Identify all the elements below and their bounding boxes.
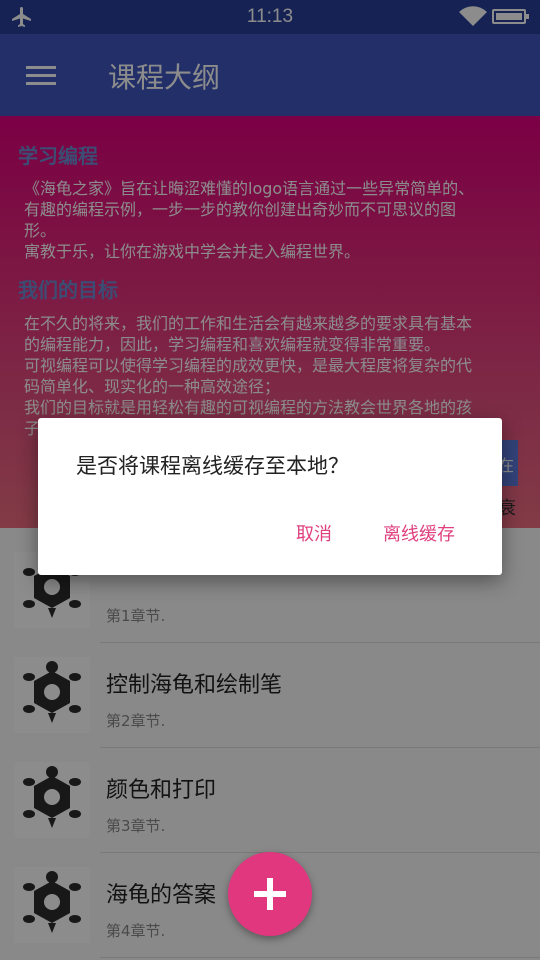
add-fab-button[interactable] (228, 852, 312, 936)
offline-cache-button[interactable]: 离线缓存 (383, 520, 455, 546)
plus-icon-vertical (267, 878, 273, 910)
offline-cache-dialog: 是否将课程离线缓存至本地？ 取消 离线缓存 (38, 418, 502, 575)
cancel-button[interactable]: 取消 (296, 520, 332, 546)
dialog-message: 是否将课程离线缓存至本地？ (76, 454, 349, 478)
